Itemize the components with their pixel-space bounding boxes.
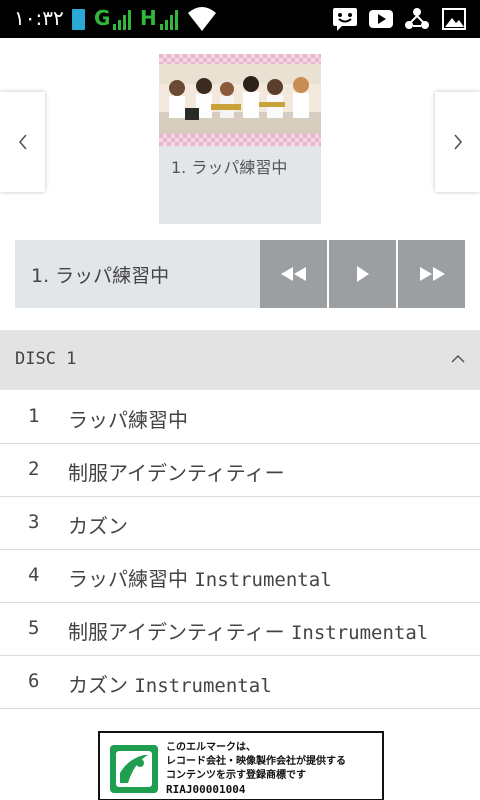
now-playing-title: 1. ラッパ練習中 xyxy=(31,265,170,287)
track-title: ラッパ練習中 Instrumental xyxy=(68,567,332,591)
fast-forward-icon xyxy=(419,267,445,281)
track-number: 1 xyxy=(28,405,40,427)
album-carousel: 1. ラッパ練習中 xyxy=(0,38,480,234)
play-icon xyxy=(356,266,369,282)
network-type-label: H xyxy=(140,6,157,30)
now-playing-panel: 1. ラッパ練習中 xyxy=(15,240,260,308)
play-button[interactable] xyxy=(329,240,396,308)
network-type-label: G xyxy=(94,6,111,30)
signal-icon xyxy=(113,9,133,30)
l-mark-text: このエルマークは、 レコード会社・映像製作会社が提供する コンテンツを示す登録商… xyxy=(166,742,346,796)
track-title: カズン xyxy=(68,514,128,538)
fast-forward-button[interactable] xyxy=(398,240,465,308)
album-card[interactable]: 1. ラッパ練習中 xyxy=(159,54,321,224)
list-item[interactable]: 4 ラッパ練習中 Instrumental xyxy=(0,550,480,603)
track-title: 制服アイデンティティー Instrumental xyxy=(68,620,429,644)
list-item[interactable]: 1 ラッパ練習中 xyxy=(0,391,480,444)
disc-label: DISC 1 xyxy=(15,349,77,369)
status-time: ١٠:٣٢ xyxy=(14,6,64,30)
battery-icon xyxy=(72,9,85,30)
signal-icon xyxy=(160,9,180,30)
track-number: 6 xyxy=(28,670,40,692)
rewind-icon xyxy=(280,267,306,281)
list-item[interactable]: 5 制服アイデンティティー Instrumental xyxy=(0,603,480,656)
chevron-right-icon xyxy=(453,134,462,150)
carousel-next-button[interactable] xyxy=(435,92,480,192)
track-number: 4 xyxy=(28,564,40,586)
l-mark-logo-icon xyxy=(110,745,158,793)
list-item[interactable]: 2 制服アイデンティティー xyxy=(0,444,480,497)
track-title: カズン Instrumental xyxy=(68,673,272,697)
carousel-prev-button[interactable] xyxy=(0,92,45,192)
messenger-icon xyxy=(333,8,357,31)
album-title: 1. ラッパ練習中 xyxy=(171,158,288,177)
track-title: 制服アイデンティティー xyxy=(68,461,285,485)
player-bar: 1. ラッパ練習中 xyxy=(15,240,465,308)
track-number: 2 xyxy=(28,458,40,480)
list-item[interactable]: 6 カズン Instrumental xyxy=(0,656,480,709)
chevron-left-icon xyxy=(18,134,27,150)
track-number: 3 xyxy=(28,511,40,533)
track-number: 5 xyxy=(28,617,40,639)
track-list: 1 ラッパ練習中 2 制服アイデンティティー 3 カズン 4 ラッパ練習中 In… xyxy=(0,391,480,709)
disc-header[interactable]: DISC 1 xyxy=(0,330,480,390)
l-mark-badge: このエルマークは、 レコード会社・映像製作会社が提供する コンテンツを示す登録商… xyxy=(98,731,384,800)
image-icon xyxy=(442,8,466,30)
track-title: ラッパ練習中 xyxy=(68,408,188,432)
rewind-button[interactable] xyxy=(260,240,327,308)
album-art-image xyxy=(159,54,321,146)
list-item[interactable]: 3 カズン xyxy=(0,497,480,550)
youtube-icon xyxy=(369,10,393,28)
status-bar: ١٠:٣٢ G H xyxy=(0,0,480,38)
wifi-icon xyxy=(188,7,216,31)
recycle-icon xyxy=(405,8,429,29)
chevron-up-icon xyxy=(451,354,465,363)
